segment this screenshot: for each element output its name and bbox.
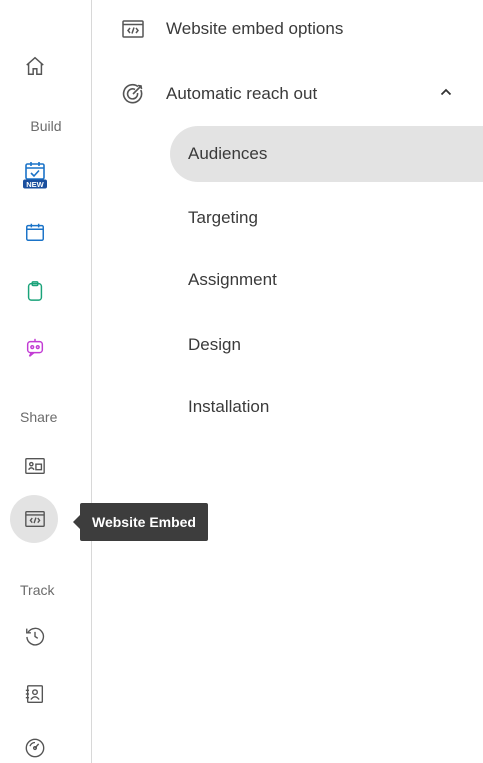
menu-item-label: Automatic reach out <box>166 84 318 103</box>
sub-item-design[interactable]: Design <box>188 335 241 355</box>
code-embed-icon <box>120 16 146 42</box>
menu-item-website-embed-options[interactable]: Website embed options <box>120 16 343 42</box>
new-badge: NEW <box>26 180 44 189</box>
history-icon[interactable] <box>23 624 47 648</box>
target-icon <box>120 81 146 107</box>
section-label-share: Share <box>20 409 58 425</box>
left-rail: Build NEW Share Track <box>0 0 92 763</box>
menu-item-label: Website embed options <box>166 19 344 38</box>
bot-icon[interactable] <box>23 336 47 360</box>
clipboard-icon[interactable] <box>23 279 47 303</box>
chevron-up-icon[interactable] <box>438 84 454 100</box>
sub-item-installation[interactable]: Installation <box>188 397 269 417</box>
section-label-build: Build <box>30 118 62 134</box>
website-embed-tooltip: Website Embed <box>73 503 208 541</box>
section-label-track: Track <box>20 582 55 598</box>
home-icon[interactable] <box>23 54 47 78</box>
sub-item-assignment[interactable]: Assignment <box>188 270 277 290</box>
sub-item-targeting[interactable]: Targeting <box>188 208 258 228</box>
calendar-icon[interactable] <box>23 220 47 244</box>
menu-item-automatic-reach-out[interactable]: Automatic reach out <box>120 81 317 107</box>
sub-item-audiences[interactable]: Audiences <box>188 144 267 164</box>
contacts-book-icon[interactable] <box>23 682 47 706</box>
calendar-new-icon[interactable]: NEW <box>23 160 47 190</box>
gauge-icon[interactable] <box>23 736 47 760</box>
contact-card-icon[interactable] <box>23 454 47 478</box>
code-embed-icon[interactable] <box>23 507 47 531</box>
